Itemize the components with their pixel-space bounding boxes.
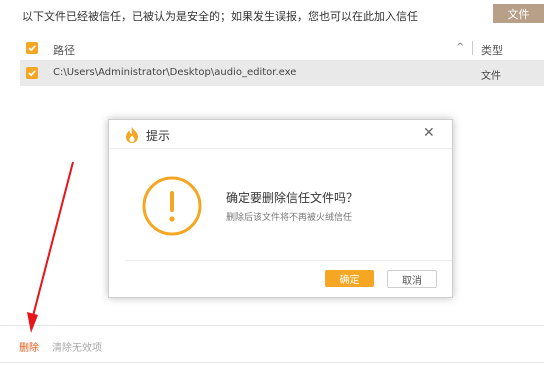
dialog-divider [125,260,452,261]
confirm-dialog: 提示 ✕ 确定要删除信任文件吗？ 删除后该文件将不再被火绒信任 确定 取消 [108,119,453,298]
dialog-message: 确定要删除信任文件吗？ [226,191,359,205]
table-header: 路径 ^ 类型 [20,36,544,61]
close-icon[interactable]: ✕ [423,125,435,141]
clear-invalid-link[interactable]: 清除无效项 [52,339,102,354]
huorong-logo-icon [126,127,138,143]
trusted-files-table: 路径 ^ 类型 C:\Users\Administrator\Desktop\a… [20,36,544,86]
delete-link[interactable]: 删除 [19,339,39,354]
warning-icon [142,176,202,236]
bottom-divider [0,362,544,363]
header-path[interactable]: 路径 [53,42,75,58]
dialog-header: 提示 ✕ [109,120,452,149]
dialog-sub-message: 删除后该文件将不再被火绒信任 [226,213,353,223]
confirm-button[interactable]: 确定 [325,270,374,287]
row-path: C:\Users\Administrator\Desktop\audio_edi… [53,67,297,78]
sort-up-icon[interactable]: ^ [456,42,464,53]
file-button[interactable]: 文件 [493,4,544,23]
table-row[interactable]: C:\Users\Administrator\Desktop\audio_edi… [20,61,544,86]
trust-notice: 以下文件已经被信任，已被认为是安全的；如果发生误报，您也可以在此加入信任 [22,10,418,23]
row-checkbox[interactable] [26,67,38,79]
header-type[interactable]: 类型 [481,42,503,58]
column-divider [472,41,473,55]
select-all-checkbox[interactable] [26,42,38,54]
cancel-button[interactable]: 取消 [387,270,437,288]
dialog-title: 提示 [146,129,171,143]
row-type: 文件 [481,71,501,82]
footer-divider [0,325,544,326]
